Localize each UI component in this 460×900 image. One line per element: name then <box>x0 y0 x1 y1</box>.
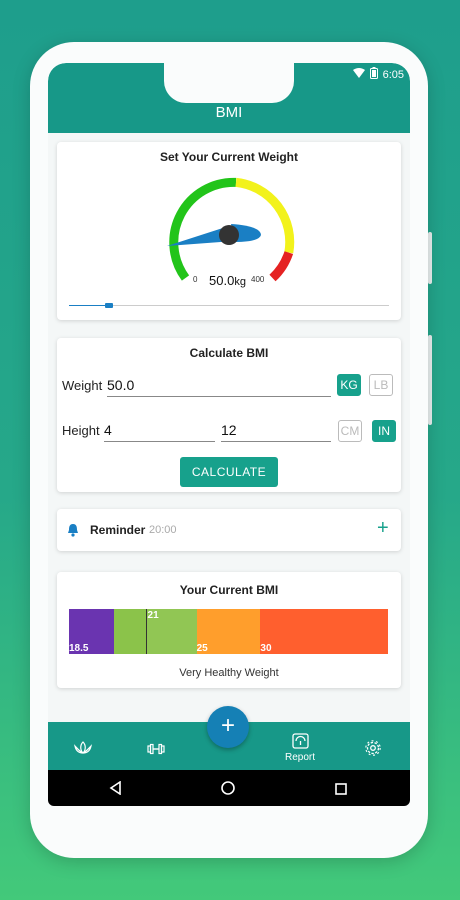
bmi-current-value: 21 <box>147 610 159 621</box>
calculate-card: Calculate BMI Weight 50.0 KG LB Height 4… <box>57 338 401 492</box>
bmi-card-title: Your Current BMI <box>179 583 279 597</box>
gear-icon[interactable] <box>364 739 382 762</box>
weight-slider-thumb[interactable] <box>105 303 113 308</box>
app-screen: 6:05 BMI Set Your Current Weight 0 400 5… <box>48 63 410 806</box>
bmi-status: Very Healthy Weight <box>179 667 279 679</box>
lb-toggle[interactable]: LB <box>369 374 393 396</box>
bmi-tick-label: 25 <box>196 643 208 654</box>
bell-icon <box>67 523 79 542</box>
page-title: BMI <box>215 104 243 121</box>
cm-toggle[interactable]: CM <box>338 420 362 442</box>
weight-readout-unit: kg <box>234 276 246 288</box>
bmi-segment-3 <box>260 609 388 654</box>
bmi-card: Your Current BMI 21 18.5 25 30 40 Very Healt… <box>57 572 401 688</box>
bmi-current-marker <box>145 609 147 654</box>
add-reminder-button[interactable]: + <box>377 517 389 540</box>
reminder-label: Reminder <box>90 523 146 537</box>
camera-notch <box>164 63 294 103</box>
bmi-tick-label: 30 <box>260 643 272 654</box>
status-bar: 6:05 <box>352 67 404 82</box>
height-feet-input[interactable]: 4 <box>104 421 215 442</box>
gauge-arc-red <box>269 251 294 282</box>
height-label: Height <box>62 423 100 438</box>
weight-slider-track <box>69 305 389 306</box>
nav-report[interactable]: Report <box>276 733 324 763</box>
wifi-icon <box>352 68 365 81</box>
weight-gauge[interactable] <box>57 142 401 292</box>
gauge-hub <box>219 225 239 245</box>
add-fab-button[interactable]: + <box>207 706 249 748</box>
in-toggle[interactable]: IN <box>372 420 396 442</box>
bmi-tick-label: 18.5 <box>69 643 89 654</box>
gauge-arc-yellow <box>235 177 295 254</box>
weight-card: Set Your Current Weight 0 400 50.0kg <box>57 142 401 320</box>
calculate-button[interactable]: CALCULATE <box>180 457 278 487</box>
system-nav-bar <box>48 770 410 806</box>
battery-icon <box>369 67 378 82</box>
recents-icon[interactable] <box>335 782 347 800</box>
home-icon[interactable] <box>221 781 235 800</box>
weight-slider-fill <box>69 305 109 306</box>
weight-readout: 50.0kg <box>209 273 246 288</box>
weight-slider[interactable] <box>69 303 389 309</box>
dumbbell-icon[interactable] <box>147 742 165 760</box>
height-inches-input[interactable]: 12 <box>221 421 331 442</box>
back-icon[interactable] <box>109 780 122 800</box>
weight-readout-value: 50.0 <box>209 273 235 288</box>
weight-input[interactable]: 50.0 <box>107 376 331 397</box>
clock: 6:05 <box>382 68 404 81</box>
lotus-icon[interactable] <box>74 741 92 760</box>
reminder-time: 20:00 <box>149 524 177 536</box>
kg-toggle[interactable]: KG <box>337 374 361 396</box>
nav-report-label: Report <box>284 752 315 763</box>
bmi-scale: 21 18.5 25 30 40 <box>69 609 399 654</box>
gauge-max-label: 400 <box>251 275 265 284</box>
bmi-tick-label: 40 <box>388 643 400 654</box>
calculate-card-title: Calculate BMI <box>189 346 269 360</box>
report-icon <box>291 733 309 753</box>
weight-label: Weight <box>62 378 103 393</box>
reminder-card[interactable]: Reminder 20:00 + <box>57 509 401 551</box>
app-bar: 6:05 BMI <box>48 63 410 133</box>
gauge-min-label: 0 <box>193 275 198 284</box>
